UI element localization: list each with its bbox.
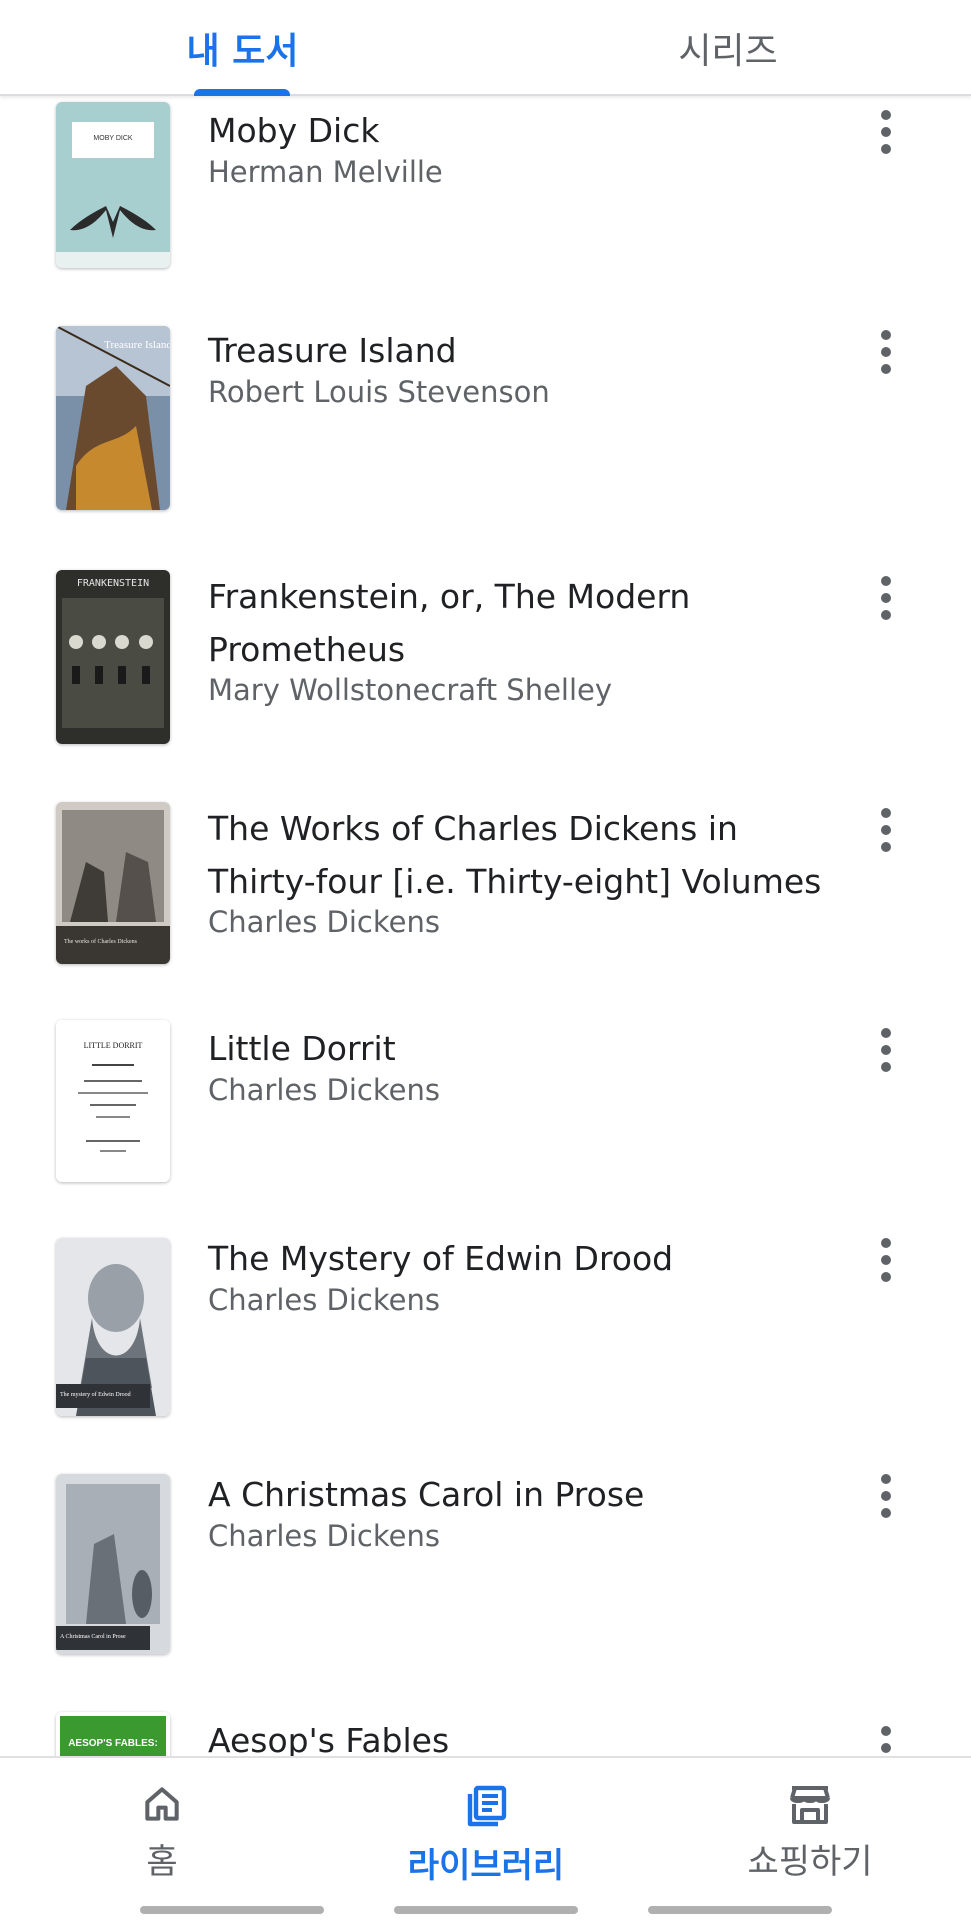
book-cover[interactable]: AESOP'S FABLES:	[56, 1712, 170, 1756]
cover-title-text: The mystery of Edwin Drood	[60, 1391, 131, 1398]
book-cover[interactable]: A Christmas Carol in Prose	[56, 1474, 170, 1654]
cover-title-text: LITTLE DORRIT	[84, 1041, 143, 1050]
tab-my-books-label: 내 도서	[186, 31, 299, 72]
little-dorrit-cover-art: LITTLE DORRIT	[56, 1020, 170, 1182]
cover-title-text: A Christmas Carol in Prose	[60, 1634, 126, 1640]
treasure-island-cover-art: Treasure Island	[56, 326, 170, 510]
cover-title-text: FRANKENSTEIN	[77, 578, 149, 589]
more-options-icon[interactable]	[868, 324, 904, 380]
more-options-icon[interactable]	[868, 802, 904, 858]
book-author: Charles Dickens	[208, 1519, 440, 1553]
book-author: Charles Dickens	[208, 905, 440, 939]
book-title: The Works of Charles Dickens in Thirty-f…	[208, 809, 822, 901]
tab-my-books[interactable]: 내 도서	[0, 0, 485, 96]
edwin-drood-cover-art: The mystery of Edwin Drood	[56, 1238, 170, 1416]
book-title: Little Dorrit	[208, 1029, 396, 1068]
book-cover[interactable]: MOBY DICK	[56, 102, 170, 268]
book-author: Charles Dickens	[208, 1073, 440, 1107]
cover-title-text: Treasure Island	[104, 339, 170, 351]
book-title: Aesop's Fables	[208, 1721, 450, 1756]
tab-series-label: 시리즈	[678, 31, 778, 72]
book-author: Charles Dickens	[208, 1283, 440, 1317]
gesture-bar-left	[140, 1906, 324, 1914]
bottom-navigation: 홈 라이브러리 쇼핑하기	[0, 1756, 971, 1926]
nav-library[interactable]: 라이브러리	[324, 1758, 648, 1888]
more-options-icon[interactable]	[868, 1232, 904, 1288]
nav-home[interactable]: 홈	[0, 1758, 324, 1888]
book-cover[interactable]: The works of Charles Dickens	[56, 802, 170, 964]
book-cover[interactable]: Treasure Island	[56, 326, 170, 510]
more-options-icon[interactable]	[868, 1468, 904, 1524]
book-title: A Christmas Carol in Prose	[208, 1475, 645, 1514]
frankenstein-cover-art: FRANKENSTEIN	[56, 570, 170, 744]
book-author: Robert Louis Stevenson	[208, 375, 550, 409]
works-of-dickens-cover-art: The works of Charles Dickens	[56, 802, 170, 964]
more-options-icon[interactable]	[868, 1022, 904, 1078]
gesture-bar-center	[394, 1906, 578, 1914]
moby-dick-cover-art: MOBY DICK	[56, 102, 170, 268]
cover-title-text: The works of Charles Dickens	[64, 938, 138, 945]
more-options-icon[interactable]	[868, 104, 904, 160]
library-icon	[467, 1785, 507, 1827]
book-cover[interactable]: The mystery of Edwin Drood	[56, 1238, 170, 1416]
home-icon	[145, 1787, 179, 1821]
nav-shop[interactable]: 쇼핑하기	[648, 1758, 971, 1888]
book-cover[interactable]: FRANKENSTEIN	[56, 570, 170, 744]
aesops-fables-cover-art: AESOP'S FABLES:	[56, 1712, 170, 1756]
cover-title-text: MOBY DICK	[93, 135, 132, 142]
more-options-icon[interactable]	[868, 570, 904, 626]
cover-title-text: AESOP'S FABLES:	[68, 1738, 158, 1749]
book-title: Moby Dick	[208, 111, 380, 150]
more-options-icon[interactable]	[868, 1720, 904, 1756]
nav-shop-label: 쇼핑하기	[747, 1842, 873, 1882]
book-cover[interactable]: LITTLE DORRIT	[56, 1020, 170, 1182]
tab-series[interactable]: 시리즈	[485, 0, 971, 96]
book-title: Treasure Island	[208, 331, 457, 370]
nav-home-label: 홈	[146, 1842, 178, 1882]
book-list[interactable]: MOBY DICK Moby Dick Herman Melville Trea…	[0, 96, 971, 1756]
christmas-carol-cover-art: A Christmas Carol in Prose	[56, 1474, 170, 1654]
nav-library-label: 라이브러리	[407, 1846, 565, 1886]
active-tab-indicator	[194, 89, 290, 96]
book-title: Frankenstein, or, The Modern Prometheus	[208, 577, 691, 669]
store-icon	[790, 1786, 830, 1824]
library-tabbar: 내 도서 시리즈	[0, 0, 971, 96]
book-author: Mary Wollstonecraft Shelley	[208, 673, 613, 707]
book-author: Herman Melville	[208, 155, 443, 189]
gesture-bar-right	[648, 1906, 832, 1914]
book-title: The Mystery of Edwin Drood	[208, 1239, 674, 1278]
